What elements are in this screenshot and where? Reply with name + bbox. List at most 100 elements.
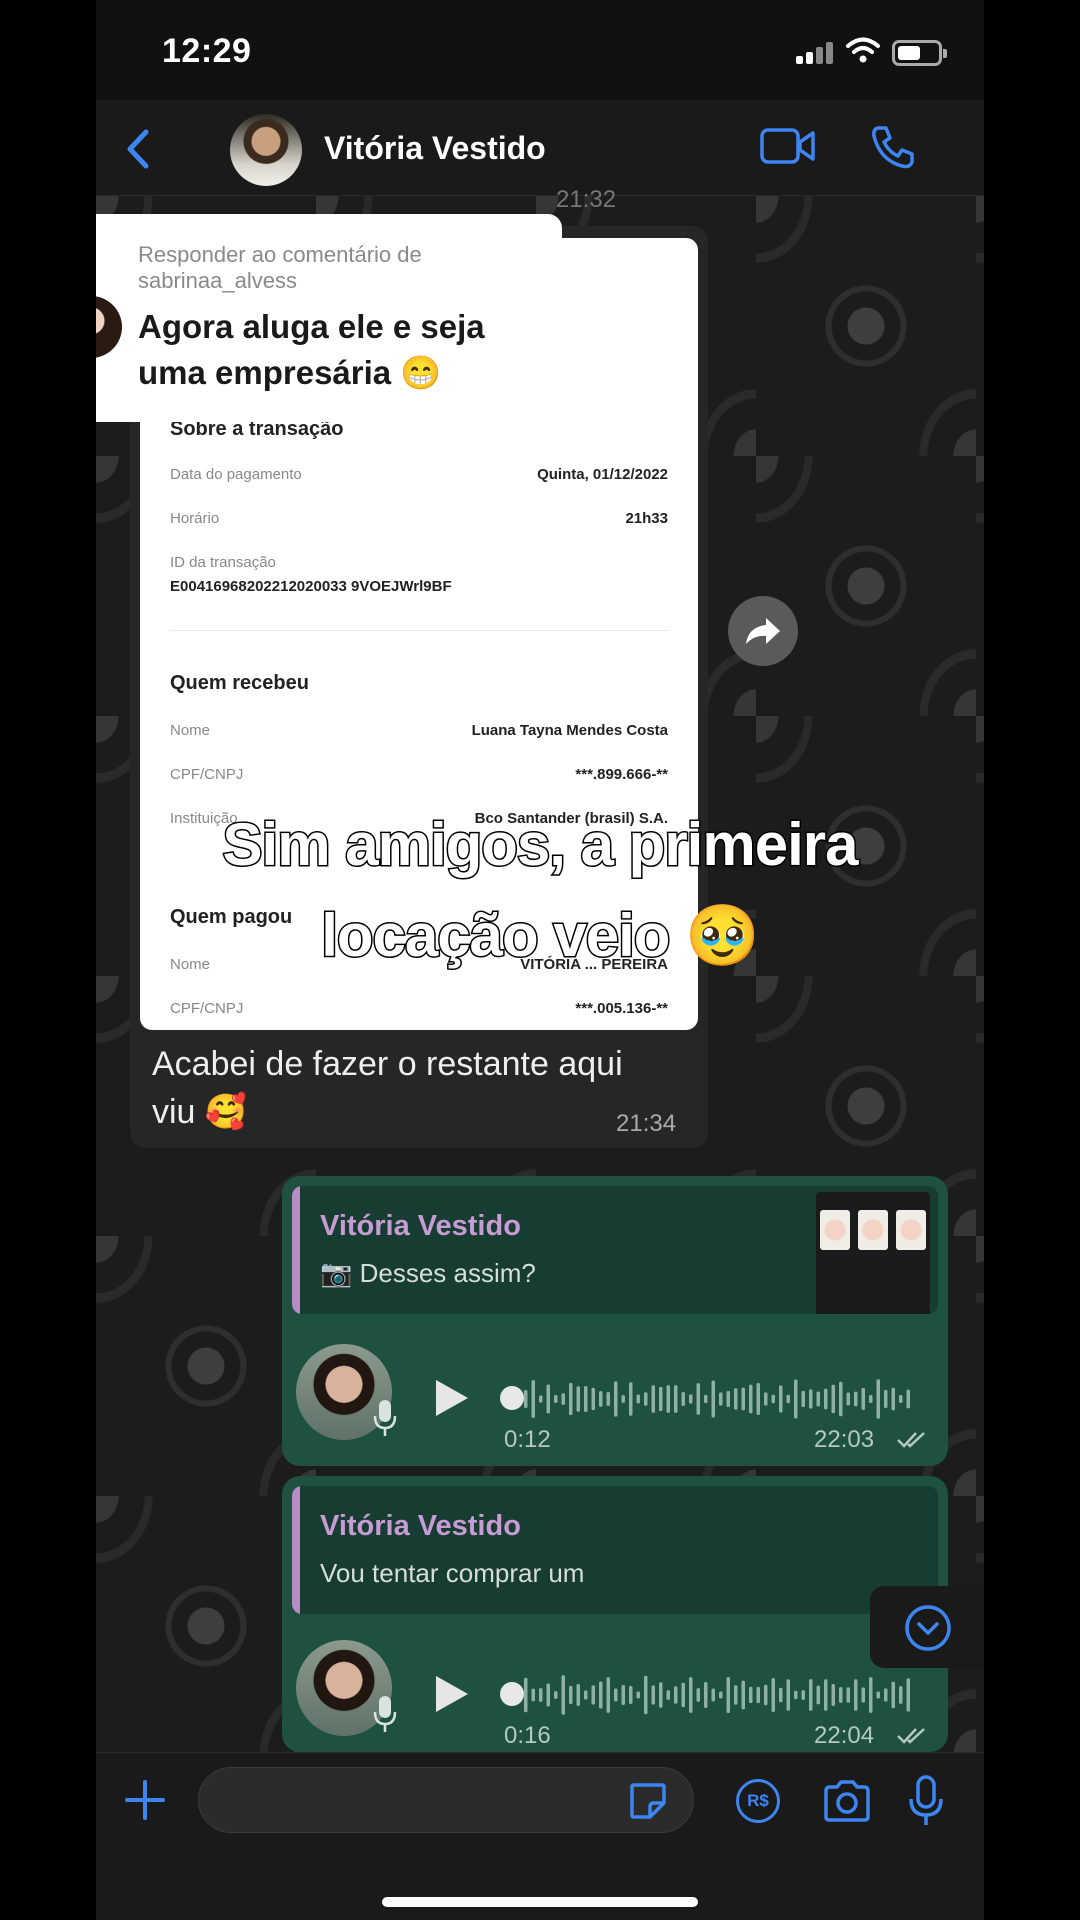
waveform-bar — [689, 1394, 693, 1404]
waveform-bar — [674, 1686, 678, 1704]
payment-date-label: Data do pagamento — [170, 466, 302, 483]
waveform-bar — [659, 1682, 663, 1708]
waveform-bar — [546, 1384, 550, 1414]
quote-author: Vitória Vestido — [320, 1510, 521, 1542]
waveform-bar — [554, 1394, 558, 1404]
waveform-bar — [681, 1391, 685, 1407]
waveform-bar — [786, 1679, 790, 1711]
play-icon[interactable] — [436, 1676, 468, 1712]
waveform-bar — [749, 1686, 753, 1704]
waveform-bar — [531, 1380, 535, 1418]
waveform-bar — [741, 1680, 745, 1710]
waveform-bar — [884, 1688, 888, 1702]
audio-waveform[interactable] — [522, 1374, 912, 1424]
waveform-bar — [876, 1379, 880, 1419]
forward-icon — [746, 618, 780, 644]
audio-duration: 0:16 — [504, 1722, 551, 1749]
waveform-bar — [876, 1691, 880, 1699]
outgoing-audio-message-2[interactable]: Vitória Vestido Vou tentar comprar um 0:… — [282, 1476, 948, 1752]
waveform-bar — [666, 1385, 670, 1413]
video-call-icon[interactable] — [760, 126, 816, 166]
receipt-section-receiver: Quem recebeu — [170, 672, 309, 694]
waveform-bar — [584, 1690, 588, 1700]
time-label: Horário — [170, 510, 220, 527]
waveform-bar — [704, 1394, 708, 1404]
waveform-bar — [764, 1392, 768, 1406]
waveform-bar — [906, 1389, 910, 1409]
phone-call-icon[interactable] — [870, 124, 916, 170]
payment-date-value: Quinta, 01/12/2022 — [537, 466, 668, 483]
back-icon[interactable] — [118, 126, 158, 172]
waveform-bar — [644, 1675, 648, 1715]
waveform-bar — [711, 1688, 715, 1702]
quoted-message[interactable]: Vitória Vestido Vou tentar comprar um — [292, 1486, 938, 1614]
microphone-icon[interactable] — [908, 1775, 944, 1827]
waveform-bar — [846, 1687, 850, 1703]
waveform-bar — [899, 1394, 903, 1404]
waveform-bar — [801, 1390, 805, 1408]
audio-duration: 0:12 — [504, 1426, 551, 1453]
reply-comment-card: Responder ao comentário de sabrinaa_alve… — [96, 214, 562, 422]
contact-name[interactable]: Vitória Vestido — [324, 130, 546, 167]
waveform-bar — [884, 1389, 888, 1409]
audio-progress-dot[interactable] — [500, 1682, 524, 1706]
message-input[interactable] — [198, 1767, 694, 1833]
waveform-bar — [576, 1683, 580, 1707]
waveform-bar — [869, 1677, 873, 1713]
audio-progress-dot[interactable] — [500, 1386, 524, 1410]
reply-header: Responder ao comentário de sabrinaa_alve… — [138, 242, 422, 293]
sticker-icon[interactable] — [628, 1781, 668, 1821]
waveform-bar — [704, 1681, 708, 1709]
waveform-bar — [749, 1384, 753, 1414]
video-caption-line-2: locação veio 🥹 — [320, 901, 762, 971]
pix-icon[interactable]: R$ — [736, 1779, 780, 1823]
waveform-bar — [801, 1690, 805, 1700]
scroll-to-bottom-button[interactable] — [870, 1586, 984, 1668]
waveform-bar — [569, 1382, 573, 1416]
outgoing-audio-message-1[interactable]: Vitória Vestido 📷 Desses assim? 0:12 22:… — [282, 1176, 948, 1466]
waveform-bar — [906, 1678, 910, 1712]
waveform-bar — [861, 1387, 865, 1411]
waveform-bar — [726, 1390, 730, 1408]
waveform-bar — [629, 1686, 633, 1704]
waveform-bar — [524, 1390, 528, 1408]
receiver-cpf-value: ***.899.666-** — [575, 766, 668, 783]
contact-avatar[interactable] — [230, 114, 302, 186]
payer-cpf-value: ***.005.136-** — [575, 1000, 668, 1017]
forward-button[interactable] — [728, 596, 798, 666]
waveform-bar — [666, 1690, 670, 1700]
commenter-avatar — [96, 296, 122, 358]
waveform-bar — [539, 1395, 543, 1403]
play-icon[interactable] — [436, 1380, 468, 1416]
waveform-bar — [719, 1691, 723, 1699]
waveform-bar — [794, 1690, 798, 1700]
quoted-message[interactable]: Vitória Vestido 📷 Desses assim? — [292, 1186, 938, 1314]
transaction-id-label: ID da transação — [170, 554, 276, 571]
incoming-message-time: 21:34 — [616, 1110, 677, 1137]
chevron-down-icon — [905, 1605, 951, 1651]
waveform-bar — [554, 1691, 558, 1699]
mic-icon — [373, 1400, 397, 1436]
waveform-bar — [771, 1394, 775, 1404]
waveform-bar — [681, 1682, 685, 1708]
waveform-bar — [621, 1684, 625, 1706]
waveform-bar — [561, 1393, 565, 1405]
audio-timestamp: 22:04 — [814, 1722, 875, 1749]
quote-thumbnail — [816, 1192, 930, 1314]
quote-bar — [292, 1186, 300, 1314]
waveform-bar — [546, 1683, 550, 1707]
waveform-bar — [869, 1394, 873, 1404]
waveform-bar — [606, 1391, 610, 1407]
audio-waveform[interactable] — [522, 1670, 912, 1720]
double-check-icon — [897, 1728, 925, 1744]
wifi-icon — [846, 37, 880, 63]
waveform-bar — [524, 1677, 528, 1713]
receiver-name-value: Luana Tayna Mendes Costa — [471, 722, 668, 739]
phone-screen: 12:29 Vitória Vestido 21:32 Sobre a tran… — [96, 0, 984, 1920]
waveform-bar — [591, 1685, 595, 1705]
waveform-bar — [809, 1679, 813, 1711]
waveform-bar — [846, 1392, 850, 1406]
transaction-id-value: E00416968202212020033 9VOEJWrl9BF — [170, 578, 452, 595]
camera-icon[interactable] — [822, 1779, 872, 1823]
plus-icon[interactable] — [124, 1779, 166, 1821]
